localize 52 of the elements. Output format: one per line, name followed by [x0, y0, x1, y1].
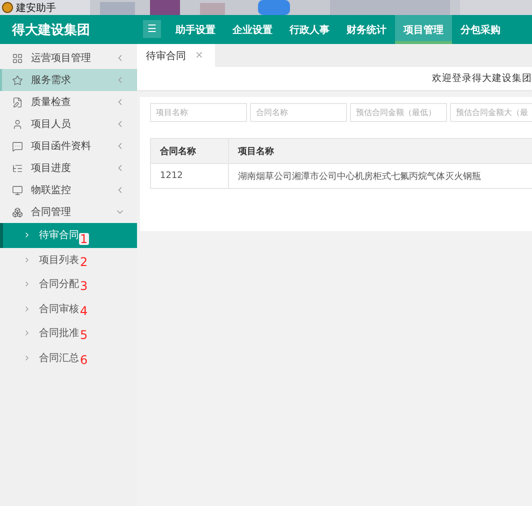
chevron-icon [23, 256, 31, 264]
sidebar-item[interactable]: 物联监控 [0, 179, 137, 201]
nav-tab[interactable]: 分包采购 [452, 15, 509, 44]
sidebar-item[interactable]: 项目进度 [0, 157, 137, 179]
grid-icon [12, 52, 23, 64]
annotation-number: 3 [79, 280, 89, 292]
window-title: 建安助手 [16, 2, 56, 14]
nav-tab[interactable]: 企业设置 [224, 15, 281, 44]
chevron-icon [23, 329, 31, 338]
chevron-icon [23, 280, 31, 288]
user-icon [12, 118, 23, 130]
page-tab[interactable]: 待审合同 × [137, 44, 216, 67]
sidebar-label: 合同管理 [31, 206, 72, 219]
annotation-number: 1 [79, 233, 89, 245]
sidebar-item[interactable]: 合同管理 [0, 201, 137, 223]
sidebar-item[interactable]: 项目函件资料 [0, 135, 137, 157]
star-icon [12, 74, 23, 86]
apps-icon [12, 206, 23, 218]
sidebar-item[interactable]: 质量检查 [0, 91, 137, 113]
column-header: 合同名称 [150, 138, 228, 164]
annotation-number: 5 [79, 329, 89, 341]
filter-field[interactable]: 项目名称 [150, 103, 247, 122]
chevron-icon [23, 354, 31, 362]
chevron-icon [23, 231, 31, 240]
welcome-text: 欢迎登录得大建设集团 [432, 72, 532, 85]
sidebar-item[interactable]: 服务需求 [0, 69, 137, 91]
sidebar-item[interactable]: 项目人员 [0, 113, 137, 135]
sidebar-label: 运营项目管理 [31, 52, 92, 65]
filter-field[interactable]: 预估合同金额大（最 [450, 103, 532, 122]
chevron-icon [23, 304, 31, 313]
sidebar-label: 物联监控 [31, 184, 72, 197]
sidebar-label: 质量检查 [31, 96, 72, 109]
document-icon [12, 96, 23, 108]
annotation-number: 4 [79, 304, 89, 316]
nav-tab[interactable]: 财务统计 [338, 15, 395, 44]
list-icon [12, 162, 23, 174]
sidebar-item[interactable]: 运营项目管理 [0, 47, 137, 69]
sidebar-label: 服务需求 [31, 74, 72, 87]
filter-field[interactable]: 合同名称 [250, 103, 347, 122]
annotation-number: 2 [79, 256, 89, 268]
sidebar-label: 项目人员 [31, 118, 72, 131]
filter-field[interactable]: 预估合同金额（最低） [350, 103, 447, 122]
message-icon [12, 140, 23, 152]
annotation-number: 6 [79, 354, 89, 366]
sidebar-label: 项目函件资料 [31, 140, 92, 153]
sidebar-label: 项目进度 [31, 162, 72, 175]
table-cell: 1212 [150, 164, 228, 188]
monitor-icon [12, 184, 23, 196]
nav-tab[interactable]: 助手设置 [167, 15, 224, 44]
nav-tab[interactable]: 行政人事 [281, 15, 338, 44]
brand-title: 得大建设集团 [10, 22, 91, 40]
column-header: 项目名称 [228, 138, 532, 164]
